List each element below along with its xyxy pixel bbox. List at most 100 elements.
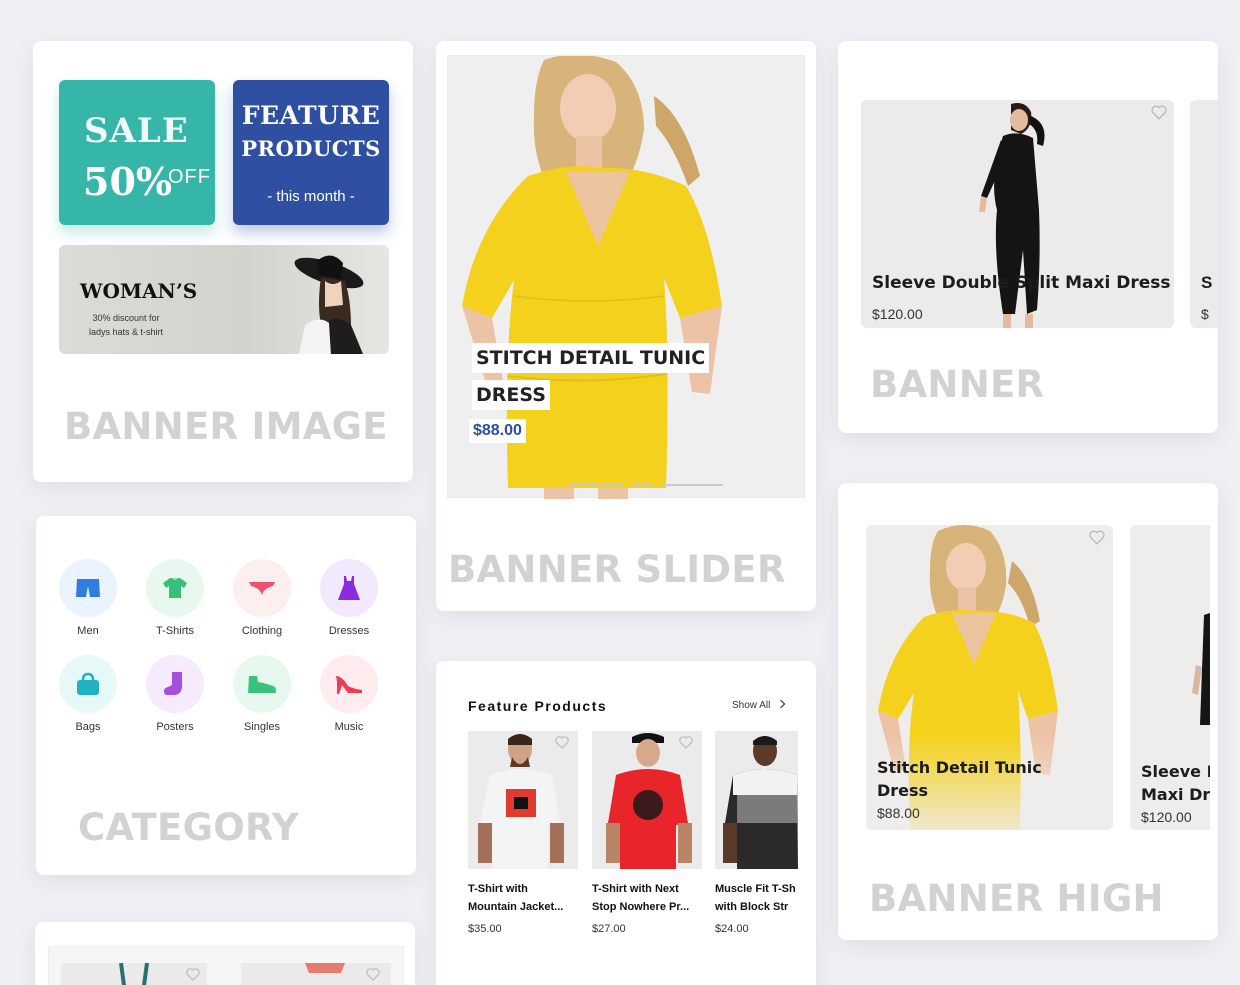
model-hat-image [294, 255, 364, 354]
model-black-dress-image [979, 103, 1045, 328]
banner-high-product-price: $88.00 [877, 805, 920, 821]
product-card[interactable] [241, 963, 391, 985]
sale-banner[interactable]: SALE 50% OFF [59, 80, 215, 225]
category-label: Music [334, 721, 364, 733]
banner-high-product-card-next[interactable]: Sleeve D Maxi Dre $120.00 [1130, 525, 1210, 830]
chevron-right-icon [776, 699, 786, 709]
category-item-dresses[interactable]: Dresses [309, 559, 389, 637]
product-name: T-Shirt with Next Stop Nowhere Pr... [592, 880, 702, 916]
product-price: $27.00 [592, 923, 626, 935]
slider-dot-1[interactable] [568, 484, 623, 486]
product-name-line2: Stop Nowhere Pr... [592, 901, 690, 913]
heart-icon[interactable] [554, 734, 572, 752]
heart-icon[interactable] [185, 966, 203, 984]
shorts-icon [59, 559, 117, 617]
product-name-line1: Stitch Detail Tunic [877, 758, 1042, 777]
category-item-bags[interactable]: Bags [48, 655, 128, 733]
womans-subtitle-line1: 30% discount for [92, 313, 160, 323]
heart-icon[interactable] [1088, 528, 1106, 546]
product-name-line1: T-Shirt with Next [592, 883, 679, 895]
banner-product-card-next[interactable]: S $ [1190, 100, 1218, 328]
product-name-line2: Maxi Dre [1141, 785, 1210, 804]
product-card[interactable]: Muscle Fit T-Sh with Block Str $24.00 [715, 731, 798, 935]
slider-dots[interactable] [568, 483, 728, 487]
category-label: Posters [156, 721, 194, 733]
feature-products-card: Feature Products Show All T-Shirt with M… [436, 661, 816, 985]
dress-icon [320, 559, 378, 617]
product-grid-frame [48, 946, 404, 985]
banner-image-card: SALE 50% OFF FEATURE PRODUCTS - this mon… [33, 41, 413, 482]
product-card[interactable] [61, 962, 207, 985]
banner-high-caption: BANNER HIGH [869, 877, 1164, 920]
next-product-price-partial: $ [1201, 306, 1209, 322]
product-name-line1: Sleeve D [1141, 762, 1210, 781]
banner-product-price: $120.00 [872, 306, 923, 322]
product-name-line2: with Block Str [715, 901, 789, 913]
product-card[interactable]: T-Shirt with Next Stop Nowhere Pr... $27… [592, 731, 702, 935]
feature-title: FEATURE [241, 101, 381, 130]
sale-off: OFF [168, 166, 211, 188]
category-item-t-shirts[interactable]: T-Shirts [135, 559, 215, 637]
product-name-line1: Muscle Fit T-Sh [715, 883, 796, 895]
product-image [592, 731, 702, 869]
heart-icon[interactable] [678, 734, 696, 752]
product-image [468, 731, 578, 869]
category-item-clothing[interactable]: Clothing [222, 559, 302, 637]
womans-subtitle-line2: ladys hats & t-shirt [89, 327, 164, 337]
section-title: Feature Products [468, 698, 608, 714]
sock-icon [146, 655, 204, 713]
product-price: $35.00 [468, 923, 502, 935]
womans-banner[interactable]: WOMAN’S 30% discount for ladys hats & t-… [59, 245, 389, 354]
category-caption: CATEGORY [78, 806, 299, 849]
category-item-singles[interactable]: Singles [222, 655, 302, 733]
category-label: T-Shirts [156, 625, 194, 637]
category-label: Bags [75, 721, 101, 733]
category-card: Men T-Shirts Clothing Dresses Bags Posters Sin… [36, 516, 416, 875]
sale-percent: 50% [83, 159, 172, 204]
product-name: Muscle Fit T-Sh with Block Str [715, 880, 798, 916]
banner-product-name: Sleeve Double Split Maxi Dress [872, 273, 1171, 293]
banner-product-card[interactable]: Sleeve Double Split Maxi Dress $120.00 [861, 100, 1174, 328]
category-label: Clothing [241, 625, 283, 637]
slider-dot-3[interactable] [661, 484, 723, 486]
next-product-initial: S [1201, 273, 1213, 292]
banner-image-caption: BANNER IMAGE [64, 405, 388, 448]
feature-products-banner[interactable]: FEATURE PRODUCTS - this month - [233, 80, 389, 225]
womans-title: WOMAN’S [80, 279, 198, 303]
banner-high-next-price: $120.00 [1141, 809, 1192, 825]
banner-caption: BANNER [870, 363, 1045, 406]
product-name-line2: Mountain Jacket... [468, 901, 564, 913]
product-price: $24.00 [715, 923, 749, 935]
banner-slider-card: STITCH DETAIL TUNIC DRESS $88.00 BANNER … [436, 41, 816, 611]
product-name: T-Shirt with Mountain Jacket... [468, 880, 578, 916]
banner-card: Sleeve Double Split Maxi Dress $120.00 S… [838, 41, 1218, 433]
banner-high-card: Stitch Detail Tunic Dress $88.00 Sleeve … [838, 483, 1218, 940]
slider-dot-2[interactable] [632, 484, 652, 486]
banner-high-product-name: Stitch Detail Tunic Dress [877, 756, 1042, 802]
category-item-music[interactable]: Music [309, 655, 389, 733]
feature-subtitle: PRODUCTS [241, 136, 381, 161]
category-label: Dresses [328, 625, 370, 637]
show-all-link[interactable]: Show All [732, 699, 786, 711]
product-image [715, 731, 798, 869]
bag-icon [59, 655, 117, 713]
category-label: Singles [243, 721, 281, 733]
category-label: Men [77, 625, 99, 637]
sale-title: SALE [84, 111, 189, 151]
slide-title-line2: DRESS [472, 380, 550, 410]
heart-icon[interactable] [365, 966, 383, 984]
banner-high-product-card[interactable]: Stitch Detail Tunic Dress $88.00 [866, 525, 1113, 830]
heart-icon[interactable] [1150, 103, 1168, 121]
tshirt-icon [146, 559, 204, 617]
banner-slider-caption: BANNER SLIDER [448, 548, 786, 591]
slide-price: $88.00 [469, 419, 526, 443]
shoe-icon [233, 655, 291, 713]
heel-icon [320, 655, 378, 713]
category-item-men[interactable]: Men [48, 559, 128, 637]
product-card[interactable]: T-Shirt with Mountain Jacket... $35.00 [468, 731, 578, 935]
show-all-label: Show All [732, 700, 771, 711]
banner-high-next-name: Sleeve D Maxi Dre [1141, 760, 1210, 806]
product-name-line1: T-Shirt with [468, 883, 528, 895]
feature-tagline: - this month - [267, 188, 355, 205]
category-item-posters[interactable]: Posters [135, 655, 215, 733]
